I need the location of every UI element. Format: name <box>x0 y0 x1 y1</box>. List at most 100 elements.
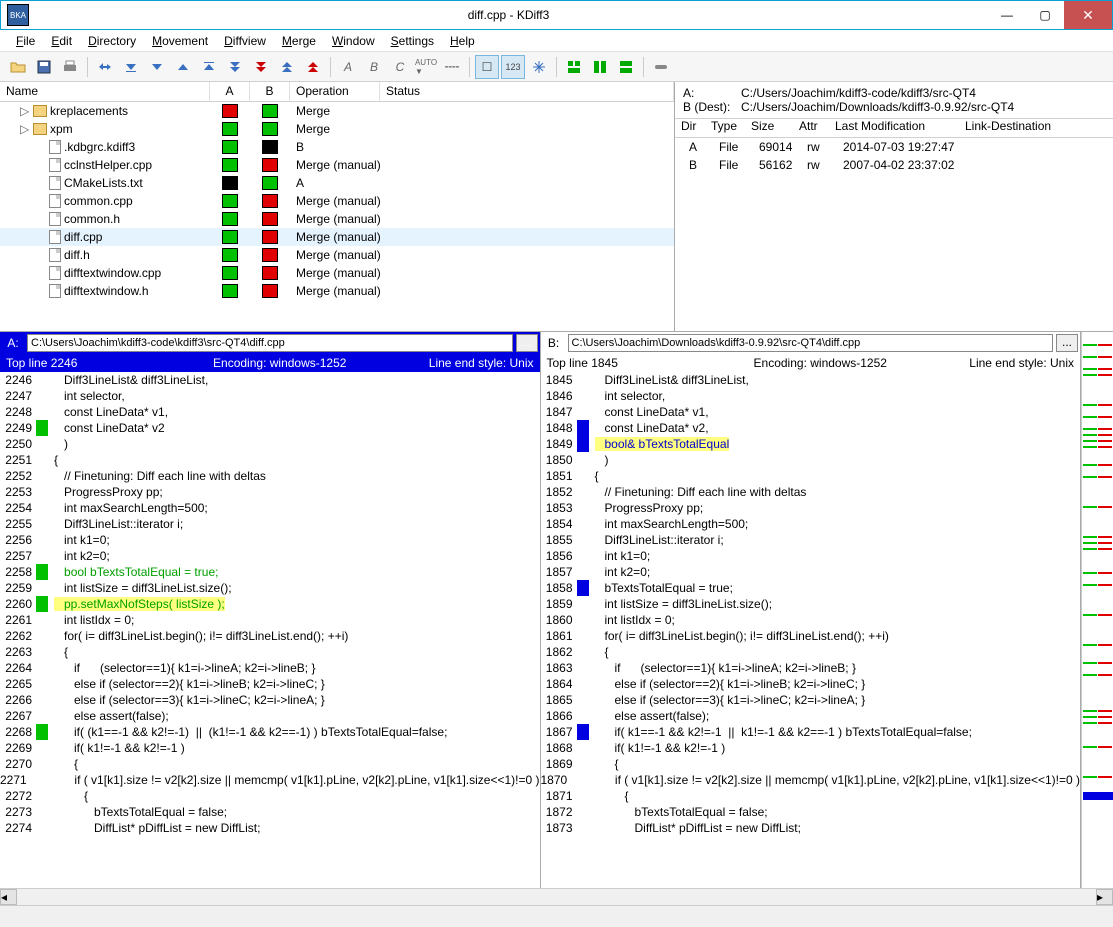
col-status[interactable]: Status <box>380 82 674 101</box>
info-panel: A:C:/Users/Joachim/kdiff3-code/kdiff3/sr… <box>675 82 1113 331</box>
col-link[interactable]: Link-Destination <box>959 119 1113 137</box>
tree-row[interactable]: difftextwindow.hMerge (manual) <box>0 282 674 300</box>
pane-b-topline: Top line 1845 <box>547 356 727 370</box>
col-b[interactable]: B <box>250 82 290 101</box>
code-view-a[interactable]: 2246 Diff3LineList& diff3LineList,2247 i… <box>0 372 540 888</box>
view-split3-icon[interactable] <box>614 55 638 79</box>
horizontal-scrollbar[interactable]: ◂ ▸ <box>0 888 1113 905</box>
nav-up4-icon[interactable] <box>301 55 325 79</box>
code-line: 1848 const LineData* v2, <box>541 420 1081 436</box>
diff-pane-a: A: ... Top line 2246 Encoding: windows-1… <box>0 332 541 888</box>
menu-help[interactable]: Help <box>442 32 483 50</box>
code-line: 1850 ) <box>541 452 1081 468</box>
tree-row[interactable]: cclnstHelper.cppMerge (manual) <box>0 156 674 174</box>
split-icon[interactable]: ╌╌ <box>440 55 464 79</box>
tree-row[interactable]: diff.hMerge (manual) <box>0 246 674 264</box>
menu-diffview[interactable]: Diffview <box>216 32 274 50</box>
nav-up2-icon[interactable] <box>197 55 221 79</box>
menu-file[interactable]: File <box>8 32 43 50</box>
file-icon <box>49 194 61 208</box>
code-line: 1862 { <box>541 644 1081 660</box>
code-view-b[interactable]: 1845 Diff3LineList& diff3LineList,1846 i… <box>541 372 1081 888</box>
info-row[interactable]: BFile56162rw2007-04-02 23:37:02 <box>683 158 1105 176</box>
operation-text: Merge (manual) <box>290 212 674 226</box>
expand-icon[interactable] <box>527 55 551 79</box>
view-split1-icon[interactable] <box>562 55 586 79</box>
save-icon[interactable] <box>32 55 56 79</box>
code-line: 1859 int listSize = diff3LineList.size()… <box>541 596 1081 612</box>
col-op[interactable]: Operation <box>290 82 380 101</box>
code-line: 1865 else if (selector==3){ k1=i->lineC;… <box>541 692 1081 708</box>
status-b-icon <box>262 266 278 280</box>
pane-a-path[interactable] <box>27 334 513 352</box>
code-line: 2251{ <box>0 452 540 468</box>
menu-movement[interactable]: Movement <box>144 32 216 50</box>
file-name: difftextwindow.cpp <box>64 266 161 280</box>
status-b-icon <box>262 212 278 226</box>
file-name: cclnstHelper.cpp <box>64 158 152 172</box>
close-button[interactable]: ✕ <box>1064 1 1112 29</box>
col-a[interactable]: A <box>210 82 250 101</box>
tree-row[interactable]: ▷xpmMerge <box>0 120 674 138</box>
code-line: 1854 int maxSearchLength=500; <box>541 516 1081 532</box>
choose-a-button[interactable]: A <box>336 55 360 79</box>
print-icon[interactable] <box>58 55 82 79</box>
maximize-button[interactable]: ▢ <box>1026 1 1064 29</box>
show-linenumbers-icon[interactable]: 123 <box>501 55 525 79</box>
pane-b-path[interactable] <box>568 334 1054 352</box>
col-name[interactable]: Name <box>0 82 210 101</box>
titlebar: BKA diff.cpp - KDiff3 — ▢ ✕ <box>0 0 1113 30</box>
pane-b-lineend: Line end style: Unix <box>914 356 1074 370</box>
overview-bar[interactable] <box>1081 332 1113 888</box>
code-line: 2258 bool bTextsTotalEqual = true; <box>0 564 540 580</box>
col-mod[interactable]: Last Modification <box>829 119 959 137</box>
tree-row[interactable]: ▷kreplacementsMerge <box>0 102 674 120</box>
code-line: 1851{ <box>541 468 1081 484</box>
show-whitespace-icon[interactable]: ☐ <box>475 55 499 79</box>
minimize-button[interactable]: — <box>988 1 1026 29</box>
code-line: 1866 else assert(false); <box>541 708 1081 724</box>
tree-row[interactable]: CMakeLists.txtA <box>0 174 674 192</box>
choose-c-button[interactable]: C <box>388 55 412 79</box>
menu-edit[interactable]: Edit <box>43 32 80 50</box>
col-type[interactable]: Type <box>705 119 745 137</box>
file-name: difftextwindow.h <box>64 284 149 298</box>
col-attr[interactable]: Attr <box>793 119 829 137</box>
code-line: 1856 int k1=0; <box>541 548 1081 564</box>
pane-b-browse-button[interactable]: ... <box>1056 334 1078 352</box>
nav-up1-icon[interactable] <box>171 55 195 79</box>
open-icon[interactable] <box>6 55 30 79</box>
col-size[interactable]: Size <box>745 119 793 137</box>
scroll-left-button[interactable]: ◂ <box>0 889 17 905</box>
menu-settings[interactable]: Settings <box>383 32 442 50</box>
tree-row[interactable]: common.cppMerge (manual) <box>0 192 674 210</box>
status-a-icon <box>222 122 238 136</box>
nav-down2-icon[interactable] <box>145 55 169 79</box>
auto-button[interactable]: AUTO▼ <box>414 55 438 79</box>
goto-current-icon[interactable] <box>93 55 117 79</box>
tree-row[interactable]: diff.cppMerge (manual) <box>0 228 674 246</box>
nav-down1-icon[interactable] <box>119 55 143 79</box>
tree-row[interactable]: difftextwindow.cppMerge (manual) <box>0 264 674 282</box>
tree-row[interactable]: .kdbgrc.kdiff3B <box>0 138 674 156</box>
pane-a-encoding: Encoding: windows-1252 <box>186 356 374 370</box>
nav-up3-icon[interactable] <box>275 55 299 79</box>
nav-down4-icon[interactable] <box>249 55 273 79</box>
code-line: 1871 { <box>541 788 1081 804</box>
nav-down3-icon[interactable] <box>223 55 247 79</box>
view-split2-icon[interactable] <box>588 55 612 79</box>
code-line: 2266 else if (selector==3){ k1=i->lineC;… <box>0 692 540 708</box>
scroll-right-button[interactable]: ▸ <box>1096 889 1113 905</box>
pane-a-browse-button[interactable]: ... <box>516 334 538 352</box>
code-line: 1857 int k2=0; <box>541 564 1081 580</box>
info-row[interactable]: AFile69014rw2014-07-03 19:27:47 <box>683 140 1105 158</box>
toggle-icon[interactable] <box>649 55 673 79</box>
status-a-icon <box>222 230 238 244</box>
col-dir[interactable]: Dir <box>675 119 705 137</box>
menu-directory[interactable]: Directory <box>80 32 144 50</box>
status-a-icon <box>222 248 238 262</box>
tree-row[interactable]: common.hMerge (manual) <box>0 210 674 228</box>
menu-window[interactable]: Window <box>324 32 383 50</box>
choose-b-button[interactable]: B <box>362 55 386 79</box>
menu-merge[interactable]: Merge <box>274 32 324 50</box>
